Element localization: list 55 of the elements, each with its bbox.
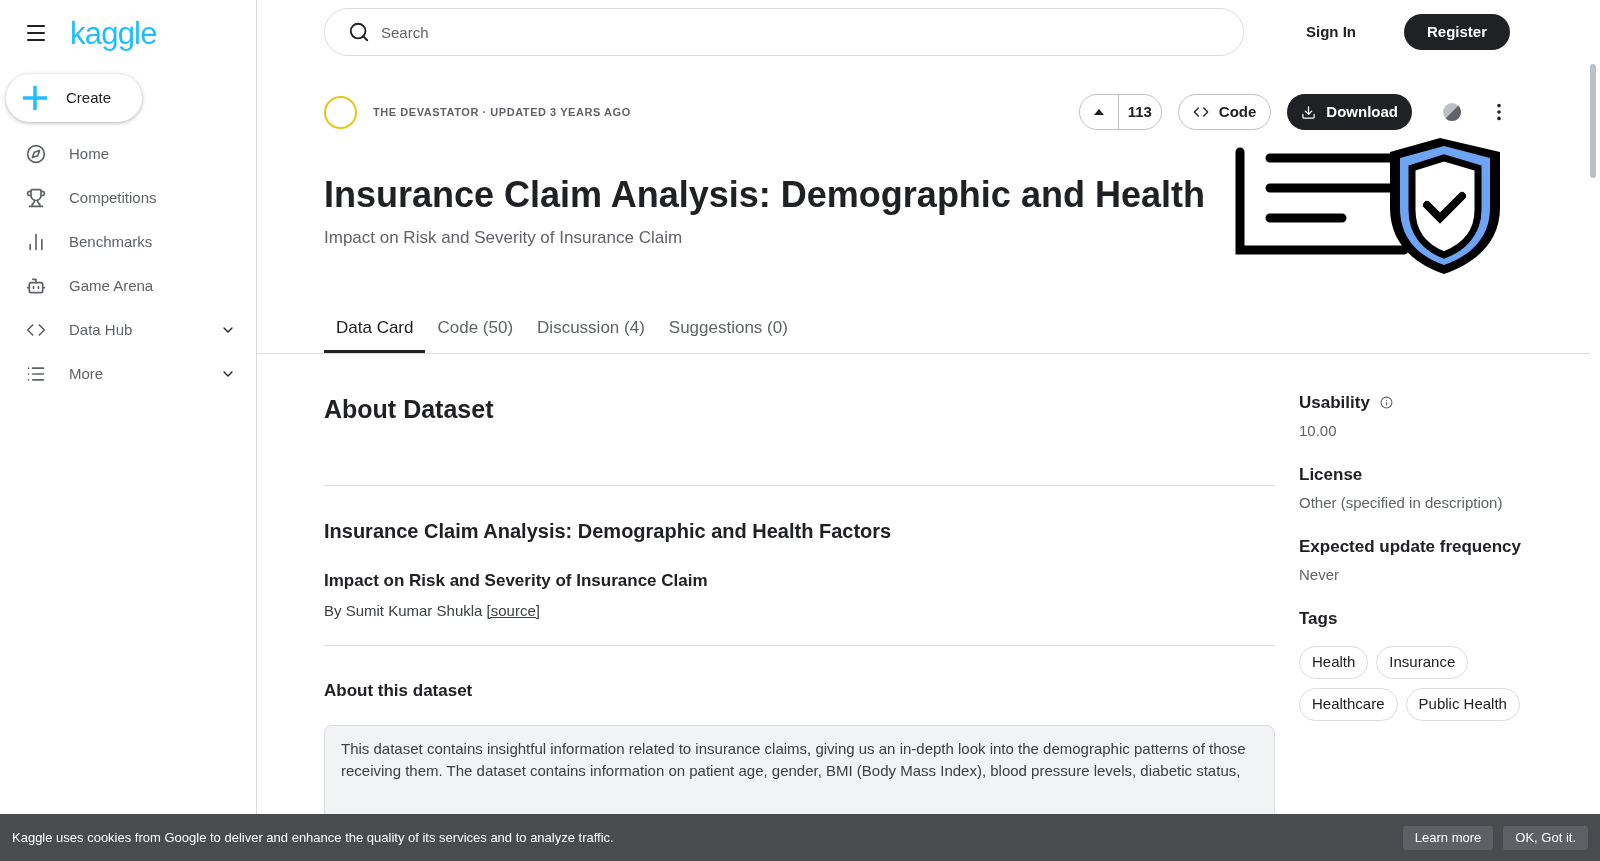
info-icon	[1379, 396, 1393, 410]
tags-label: Tags	[1299, 608, 1339, 630]
learn-more-button[interactable]: Learn more	[1402, 825, 1494, 850]
theme-toggle-icon[interactable]	[1442, 102, 1462, 122]
compass-icon	[26, 144, 46, 164]
source-link[interactable]: [source]	[486, 602, 540, 619]
register-button[interactable]: Register	[1403, 14, 1510, 50]
section-heading: About Dataset	[324, 394, 495, 425]
sidebar-label: Data Hub	[69, 319, 134, 340]
sidebar-item[interactable]: Benchmarks	[0, 220, 256, 264]
sidebar-label: Home	[69, 143, 110, 164]
detail-label: Usability	[1299, 392, 1370, 414]
bar-chart-icon	[26, 232, 46, 252]
detail-label: License	[1299, 464, 1363, 486]
detail-value: Other (specified in description)	[1299, 492, 1504, 513]
vote-count: 113	[1117, 95, 1161, 129]
section-title: Insurance Claim Analysis: Demographic and Health Factors	[324, 518, 893, 544]
detail-label: Expected update frequency	[1299, 536, 1521, 558]
cookie-text: Kaggle uses cookies from Google to deliver and enhance the quality of its services and to analyze traffic.	[12, 828, 615, 847]
upvote-icon	[1093, 109, 1104, 115]
detail-value: Never	[1299, 564, 1340, 585]
sidebar-label: Benchmarks	[69, 231, 154, 252]
dataset-meta: THE DEVASTATOR · UPDATED 3 YEARS AGO	[373, 104, 632, 120]
tab[interactable]: Data Card	[324, 306, 426, 353]
byline: By Sumit Kumar Shukla [source]	[324, 601, 541, 621]
description-text: This dataset contains insightful information related to insurance claims, giving us an in-depth look into the demographic patterns of those receiving them. The dataset contains information on patient age, gender, BMI (Body Mass Index), blood pressure levels, diabetic status,	[341, 739, 1247, 781]
download-button[interactable]: Download	[1287, 94, 1412, 130]
section-subtitle: Impact on Risk and Severity of Insurance Claim	[324, 569, 709, 592]
detail-value: 10.00	[1299, 420, 1338, 441]
sidebar-item[interactable]: Home	[0, 132, 256, 176]
trophy-icon	[26, 188, 46, 208]
search-icon	[348, 21, 370, 43]
sidebar-item[interactable]: Data Hub	[0, 308, 256, 352]
sidebar-item[interactable]: Competitions	[0, 176, 256, 220]
ok-button[interactable]: OK, Got it.	[1503, 825, 1588, 850]
sidebar-item[interactable]: Game Arena	[0, 264, 256, 308]
subheading: About this dataset	[324, 679, 474, 702]
robot-icon	[26, 276, 46, 296]
tab[interactable]: Discussion (4)	[525, 306, 657, 353]
dataset-subtitle: Impact on Risk and Severity of Insurance Claim	[324, 227, 684, 249]
scrollbar-thumb[interactable]	[1590, 64, 1596, 178]
list-icon	[26, 364, 46, 384]
sidebar-label: More	[69, 363, 105, 384]
sidebar-label: Competitions	[69, 187, 158, 208]
sidebar-label: Game Arena	[69, 275, 155, 296]
search-field[interactable]: Search	[324, 8, 1244, 56]
code-icon	[1192, 104, 1209, 120]
tab[interactable]: Suggestions (0)	[656, 306, 800, 353]
sidebar-item[interactable]: More	[0, 352, 256, 396]
plus-icon	[22, 85, 48, 111]
create-button[interactable]: Create	[6, 74, 142, 122]
sign-in-link[interactable]: Sign In	[1287, 20, 1374, 44]
download-icon	[1301, 104, 1317, 120]
dataset-title: Insurance Claim Analysis: Demographic and Health	[324, 173, 1206, 217]
tab[interactable]: Code (50)	[425, 306, 526, 353]
